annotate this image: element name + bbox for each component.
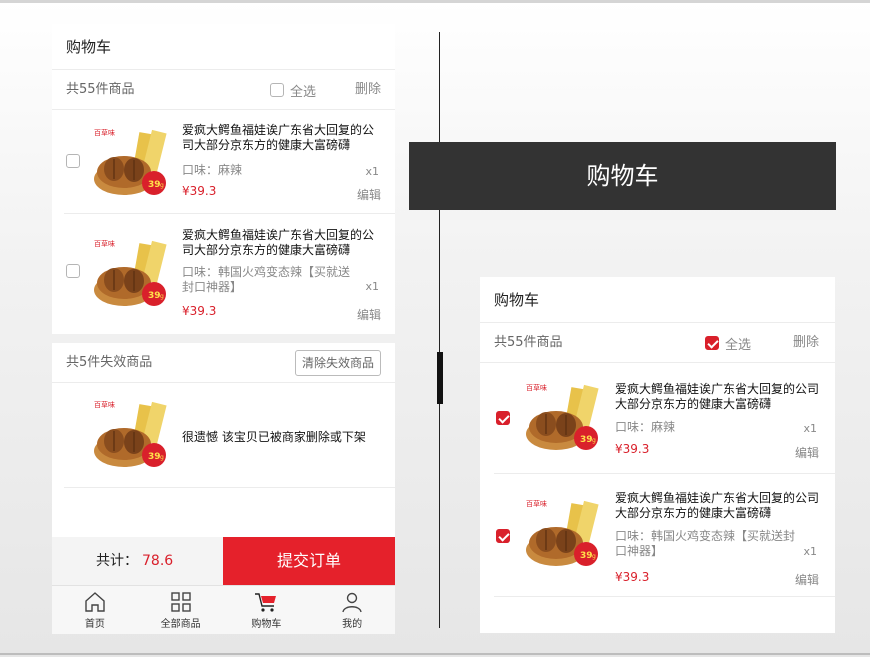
page-title: 购物车 bbox=[480, 277, 835, 323]
vertical-divider bbox=[439, 32, 440, 628]
tab-label: 首页 bbox=[84, 619, 105, 630]
product-flavor: 口味：韩国火鸡变态辣【买就送封口神器】 bbox=[182, 265, 351, 294]
frame-top-border bbox=[0, 0, 870, 3]
product-image[interactable]: 百草味 39 g bbox=[92, 234, 168, 310]
tab-label: 全部商品 bbox=[160, 619, 201, 630]
checkout-bar: 共计： 78.6 提交订单 bbox=[52, 537, 395, 585]
item-checkbox[interactable] bbox=[66, 264, 80, 278]
cart-toolbar: 共55件商品 全选 删除 bbox=[52, 70, 395, 110]
select-all-checkbox[interactable] bbox=[705, 336, 719, 350]
page-banner: 购物车 bbox=[409, 142, 836, 210]
product-quantity: x1 bbox=[803, 422, 817, 435]
product-price: ¥39.3 bbox=[615, 570, 650, 584]
badge-unit-text: g bbox=[592, 553, 596, 560]
invalid-message: 很遗憾 该宝贝已被商家删除或下架 bbox=[182, 430, 366, 444]
edit-button[interactable]: 编辑 bbox=[795, 571, 819, 588]
total-summary: 共计： 78.6 bbox=[52, 537, 223, 585]
home-icon bbox=[85, 592, 105, 612]
divider-marker bbox=[437, 352, 443, 404]
select-all-label: 全选 bbox=[725, 337, 752, 353]
product-price: ¥39.3 bbox=[182, 184, 217, 198]
product-price: ¥39.3 bbox=[615, 442, 650, 456]
badge-price-text: 39 bbox=[580, 551, 593, 561]
tab-label: 购物车 bbox=[251, 619, 282, 630]
badge-unit-text: g bbox=[160, 293, 164, 300]
edit-button[interactable]: 编辑 bbox=[357, 186, 381, 203]
frame-bottom-border bbox=[0, 653, 870, 655]
delete-button[interactable]: 删除 bbox=[355, 70, 381, 110]
badge-unit-text: g bbox=[160, 454, 164, 461]
select-all-toggle[interactable]: 全选 bbox=[705, 335, 752, 353]
cart-icon bbox=[255, 593, 277, 612]
grid-icon bbox=[170, 592, 191, 612]
product-title[interactable]: 爱疯大鳄鱼福娃诶广东省大回复的公司大部分京东方的健康大富磅礴 bbox=[182, 228, 383, 258]
delete-button[interactable]: 删除 bbox=[793, 323, 819, 363]
product-quantity: x1 bbox=[365, 280, 379, 293]
tab-profile[interactable]: 我的 bbox=[309, 586, 395, 634]
product-quantity: x1 bbox=[365, 165, 379, 178]
tab-label: 我的 bbox=[342, 619, 363, 630]
badge-unit-text: g bbox=[160, 182, 164, 189]
badge-price-text: 39 bbox=[148, 452, 161, 462]
item-checkbox[interactable] bbox=[496, 529, 510, 543]
page-title: 购物车 bbox=[52, 24, 395, 70]
item-count: 共55件商品 bbox=[494, 335, 563, 350]
product-quantity: x1 bbox=[803, 545, 817, 558]
badge-unit-text: g bbox=[592, 437, 596, 444]
badge-price-text: 39 bbox=[580, 435, 593, 445]
cart-item: 百草味 39 g 爱疯大鳄鱼福娃诶广东省大回复的公司大部分京东方的健康大富磅礴 … bbox=[494, 474, 835, 597]
edit-button[interactable]: 编辑 bbox=[795, 444, 819, 461]
section-divider bbox=[52, 334, 395, 343]
bottom-tab-bar: 首页 全部商品 购物车 我的 bbox=[52, 585, 395, 634]
select-all-toggle[interactable]: 全选 bbox=[270, 82, 317, 100]
cart-item: 百草味 39 g 爱疯大鳄鱼福娃诶广东省大回复的公司大部分京东方的健康大富磅礴 … bbox=[64, 111, 395, 214]
brand-logo-text: 百草味 bbox=[94, 239, 115, 248]
user-icon bbox=[342, 592, 362, 613]
select-all-label: 全选 bbox=[290, 84, 317, 100]
product-image[interactable]: 百草味 39 g bbox=[524, 378, 600, 454]
brand-logo-text: 百草味 bbox=[526, 499, 547, 508]
product-image: 百草味 39 g bbox=[92, 395, 168, 471]
badge-price-text: 39 bbox=[148, 291, 161, 301]
invalid-toolbar: 共5件失效商品 清除失效商品 bbox=[52, 343, 395, 383]
product-price: ¥39.3 bbox=[182, 304, 217, 318]
product-title[interactable]: 爱疯大鳄鱼福娃诶广东省大回复的公司大部分京东方的健康大富磅礴 bbox=[615, 382, 819, 412]
total-label: 共计： bbox=[96, 553, 138, 569]
right-cart-panel: 购物车 共55件商品 全选 删除 百草味 39 g 爱疯大鳄鱼福娃诶广东省大回复… bbox=[480, 277, 835, 633]
product-image[interactable]: 百草味 39 g bbox=[92, 123, 168, 199]
total-amount: 78.6 bbox=[142, 553, 174, 569]
invalid-items-panel: 共5件失效商品 清除失效商品 百草味 39 g 很遗憾 该宝贝已被商家删除或下架 bbox=[52, 343, 395, 537]
clear-invalid-button[interactable]: 清除失效商品 bbox=[294, 350, 381, 376]
product-flavor: 口味：麻辣 bbox=[182, 163, 243, 177]
left-cart-panel: 购物车 共55件商品 全选 删除 百草味 39 g 爱疯大鳄鱼福娃诶广东省大回复… bbox=[52, 24, 395, 334]
product-flavor: 口味：韩国火鸡变态辣【买就送封口神器】 bbox=[615, 529, 796, 558]
select-all-checkbox[interactable] bbox=[270, 83, 284, 97]
edit-button[interactable]: 编辑 bbox=[357, 306, 381, 323]
brand-logo-text: 百草味 bbox=[526, 383, 547, 392]
tab-home[interactable]: 首页 bbox=[52, 586, 138, 634]
product-title[interactable]: 爱疯大鳄鱼福娃诶广东省大回复的公司大部分京东方的健康大富磅礴 bbox=[615, 491, 819, 521]
item-checkbox[interactable] bbox=[66, 154, 80, 168]
tab-all-products[interactable]: 全部商品 bbox=[138, 586, 224, 634]
invalid-item: 百草味 39 g 很遗憾 该宝贝已被商家删除或下架 bbox=[64, 383, 395, 488]
submit-order-button[interactable]: 提交订单 bbox=[223, 537, 395, 585]
tab-cart[interactable]: 购物车 bbox=[224, 586, 310, 634]
product-flavor: 口味：麻辣 bbox=[615, 420, 676, 434]
product-title[interactable]: 爱疯大鳄鱼福娃诶广东省大回复的公司大部分京东方的健康大富磅礴 bbox=[182, 123, 383, 153]
item-count: 共55件商品 bbox=[66, 82, 135, 97]
cart-item: 百草味 39 g 爱疯大鳄鱼福娃诶广东省大回复的公司大部分京东方的健康大富磅礴 … bbox=[494, 364, 835, 474]
brand-logo-text: 百草味 bbox=[94, 400, 115, 409]
cart-toolbar: 共55件商品 全选 删除 bbox=[480, 323, 835, 363]
item-checkbox[interactable] bbox=[496, 411, 510, 425]
product-image[interactable]: 百草味 39 g bbox=[524, 494, 600, 570]
badge-price-text: 39 bbox=[148, 180, 161, 190]
brand-logo-text: 百草味 bbox=[94, 128, 115, 137]
invalid-count: 共5件失效商品 bbox=[66, 355, 153, 370]
cart-item: 百草味 39 g 爱疯大鳄鱼福娃诶广东省大回复的公司大部分京东方的健康大富磅礴 … bbox=[64, 214, 395, 326]
